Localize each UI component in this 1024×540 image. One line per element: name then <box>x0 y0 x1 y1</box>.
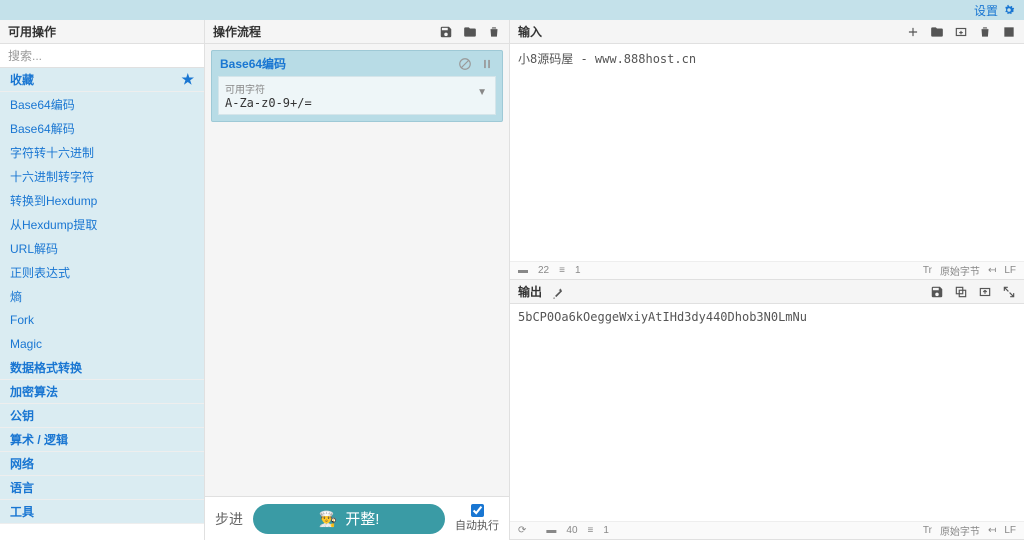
gear-icon[interactable] <box>1002 3 1016 18</box>
category-label: 收藏 <box>10 71 34 88</box>
category-favourites[interactable]: 收藏 ★ <box>0 68 204 92</box>
time-icon: ⟳ <box>518 525 526 536</box>
output-encoding[interactable]: 原始字节 <box>940 523 980 538</box>
output-title: 输出 <box>518 285 542 299</box>
recipe-arg[interactable]: 可用字符 A-Za-z0-9+/= ▼ <box>218 76 496 115</box>
trash-icon[interactable] <box>487 24 501 39</box>
op-item[interactable]: 十六进制转字符 <box>0 164 204 188</box>
recipe-body: Base64编码 可用字符 A-Za-z0-9+/= ▼ <box>205 44 509 496</box>
autobake-label: 自动执行 <box>455 517 499 533</box>
settings-link[interactable]: 设置 <box>974 2 998 19</box>
open-folder-icon[interactable] <box>930 24 944 39</box>
category[interactable]: 算术 / 逻辑 <box>0 428 204 452</box>
input-status: ▬ 22 ≡ 1 Tr 原始字节 ↤ LF <box>510 261 1024 279</box>
op-item[interactable]: Base64编码 <box>0 92 204 116</box>
input-bytes: 22 <box>538 265 549 276</box>
output-status: ⟳ ▬ 40 ≡ 1 Tr 原始字节 ↤ LF <box>510 521 1024 539</box>
operations-title: 可用操作 <box>0 20 204 44</box>
op-item[interactable]: 字符转十六进制 <box>0 140 204 164</box>
clear-input-icon[interactable] <box>978 24 992 39</box>
op-item[interactable]: Base64解码 <box>0 116 204 140</box>
case-icon[interactable]: Tr <box>923 525 932 536</box>
search-input[interactable]: 搜索... <box>0 44 204 68</box>
chevron-down-icon[interactable]: ▼ <box>477 87 487 98</box>
op-item[interactable]: URL解码 <box>0 236 204 260</box>
bytes-icon: ▬ <box>546 525 556 536</box>
replace-input-icon[interactable] <box>978 284 992 299</box>
pause-icon[interactable] <box>480 56 494 71</box>
input-title: 输入 <box>518 23 542 40</box>
output-lines: 1 <box>603 525 609 536</box>
disable-icon[interactable] <box>458 56 472 71</box>
output-bytes: 40 <box>566 525 577 536</box>
operations-list: 收藏 ★ Base64编码 Base64解码 字符转十六进制 十六进制转字符 转… <box>0 68 204 540</box>
add-tab-icon[interactable] <box>906 24 920 39</box>
input-text[interactable]: 小8源码屋 - www.888host.cn <box>510 44 1024 261</box>
step-button[interactable]: 步进 <box>215 509 243 529</box>
magic-icon[interactable] <box>551 285 565 300</box>
recipe-title-bar: 操作流程 <box>205 20 509 44</box>
category[interactable]: 工具 <box>0 500 204 524</box>
recipe-item[interactable]: Base64编码 可用字符 A-Za-z0-9+/= ▼ <box>211 50 503 122</box>
eol-arrow-icon: ↤ <box>988 265 996 276</box>
output-eol[interactable]: LF <box>1004 525 1016 536</box>
lines-icon: ≡ <box>559 265 565 276</box>
input-title-bar: 输入 <box>510 20 1024 44</box>
eol-arrow-icon: ↤ <box>988 525 996 536</box>
op-item[interactable]: 熵 <box>0 284 204 308</box>
recipe-item-name: Base64编码 <box>220 55 286 72</box>
arg-value: A-Za-z0-9+/= <box>225 96 489 110</box>
output-text[interactable]: 5bCP0Oa6kOeggeWxiyAtIHd3dy440Dhob3N0LmNu <box>510 304 1024 521</box>
recipe-title: 操作流程 <box>213 23 261 40</box>
op-item[interactable]: Magic <box>0 332 204 356</box>
op-item[interactable]: 转换到Hexdump <box>0 188 204 212</box>
bake-button[interactable]: 👨‍🍳 开整! <box>253 504 445 534</box>
bake-label: 开整! <box>345 508 379 529</box>
star-icon: ★ <box>181 71 194 88</box>
category[interactable]: 语言 <box>0 476 204 500</box>
autobake-checkbox[interactable] <box>471 504 484 517</box>
lines-icon: ≡ <box>588 525 594 536</box>
save-icon[interactable] <box>439 24 453 39</box>
folder-icon[interactable] <box>463 24 477 39</box>
chef-icon: 👨‍🍳 <box>319 510 338 528</box>
autobake-toggle[interactable]: 自动执行 <box>455 504 499 533</box>
category[interactable]: 数据格式转换 <box>0 356 204 380</box>
copy-output-icon[interactable] <box>954 284 968 299</box>
category[interactable]: 网络 <box>0 452 204 476</box>
case-icon[interactable]: Tr <box>923 265 932 276</box>
input-max-icon[interactable] <box>1002 24 1016 39</box>
op-item[interactable]: Fork <box>0 308 204 332</box>
arg-label: 可用字符 <box>225 81 489 96</box>
op-item[interactable]: 从Hexdump提取 <box>0 212 204 236</box>
input-eol[interactable]: LF <box>1004 265 1016 276</box>
input-lines: 1 <box>575 265 581 276</box>
bytes-icon: ▬ <box>518 265 528 276</box>
op-item[interactable]: 正则表达式 <box>0 260 204 284</box>
output-max-icon[interactable] <box>1002 284 1016 299</box>
output-title-bar: 输出 <box>510 280 1024 304</box>
category[interactable]: 加密算法 <box>0 380 204 404</box>
category[interactable]: 公钥 <box>0 404 204 428</box>
input-encoding[interactable]: 原始字节 <box>940 263 980 278</box>
save-output-icon[interactable] <box>930 284 944 299</box>
open-file-icon[interactable] <box>954 24 968 39</box>
